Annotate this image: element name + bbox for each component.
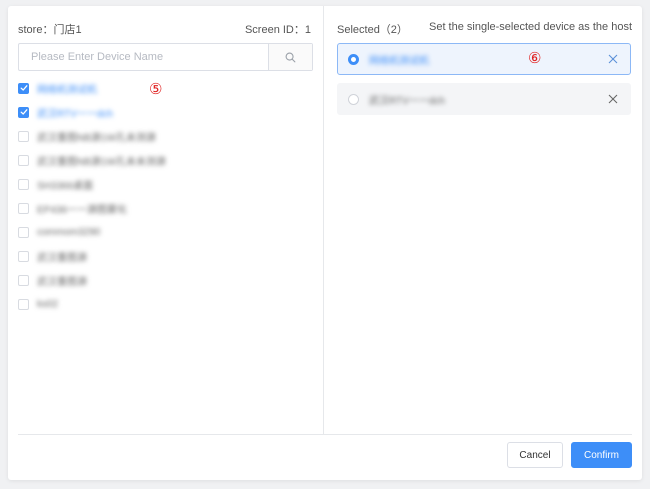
device-list-item[interactable]: 网络机测试机 (18, 76, 308, 100)
selected-item-host[interactable]: 网络机测试机 (337, 43, 631, 75)
close-icon (608, 54, 618, 64)
cancel-button[interactable]: Cancel (507, 442, 563, 468)
device-checkbox[interactable] (18, 226, 29, 238)
selected-item-name: 网络机测试机 (369, 55, 429, 67)
confirm-button[interactable]: Confirm (571, 442, 632, 468)
footer-divider (18, 434, 632, 435)
store-label: store：门店1 (18, 24, 82, 36)
check-icon (20, 109, 27, 115)
device-name: 武汉重图NB源1W孔未未测源 (37, 156, 166, 168)
device-name: commom3290 (37, 226, 101, 238)
device-checkbox[interactable] (18, 154, 29, 166)
selected-item[interactable]: 武汉RTV一一dch (337, 83, 631, 115)
remove-button[interactable] (606, 92, 620, 106)
device-list-item[interactable]: 武汉重图源 (18, 244, 308, 268)
device-checkbox[interactable] (18, 130, 29, 142)
device-checkbox[interactable] (18, 202, 29, 214)
annotation-marker-5: ⑤ (149, 81, 163, 98)
close-icon (608, 94, 618, 104)
search-button[interactable] (268, 44, 312, 70)
selected-panel: Selected（2） Set the single-selected devi… (325, 6, 642, 434)
device-list-item[interactable]: 武汉RTV一一dch (18, 100, 308, 124)
device-list-item[interactable]: 武汉重图NB源1W孔未未测源 (18, 148, 308, 172)
device-name: 武汉重图源 (37, 252, 87, 264)
device-name: SH3366桌面 (37, 180, 94, 192)
search-input[interactable] (19, 44, 268, 70)
device-name: ks02 (37, 298, 59, 310)
host-radio[interactable] (348, 93, 359, 105)
device-name: 武汉重图NB源1W孔未测源 (37, 132, 156, 144)
remove-button[interactable] (606, 52, 620, 66)
device-list-panel: store：门店1 Screen ID：1 网络机测试机武汉RTV一一dch 武汉… (8, 6, 324, 434)
device-name: EP436一一源图雾化 (37, 204, 128, 216)
annotation-marker-6: ⑥ (528, 50, 542, 67)
device-list-item[interactable]: EP436一一源图雾化 (18, 196, 308, 220)
device-search (18, 43, 313, 71)
device-list-item[interactable]: ks02 (18, 292, 308, 316)
device-checkbox[interactable] (18, 178, 29, 190)
device-checkbox[interactable] (18, 250, 29, 262)
device-list-item[interactable]: SH3366桌面 (18, 172, 308, 196)
device-list-item[interactable]: commom3290 (18, 220, 308, 244)
device-name: 网络机测试机 (37, 84, 97, 96)
device-checkbox[interactable] (18, 298, 29, 310)
device-list: 网络机测试机武汉RTV一一dch 武汉重图NB源1W孔未测源 武汉重图NB源1W孔未… (18, 76, 308, 316)
device-checkbox[interactable] (18, 274, 29, 286)
device-checkbox[interactable] (18, 82, 29, 94)
device-name: 武汉重图源 (37, 276, 87, 288)
screen-id-label: Screen ID：1 (244, 24, 311, 36)
device-select-dialog: store：门店1 Screen ID：1 网络机测试机武汉RTV一一dch 武汉… (8, 6, 642, 480)
device-checkbox[interactable] (18, 106, 29, 118)
selected-item-name: 武汉RTV一一dch (369, 95, 445, 107)
device-list-item[interactable]: 武汉重图源 (18, 268, 308, 292)
device-name: 武汉RTV一一dch (37, 108, 113, 120)
check-icon (20, 85, 27, 91)
host-hint-label: Set the single-selected device as the ho… (428, 21, 632, 33)
selected-count-label: Selected（2） (337, 24, 408, 36)
search-icon (285, 52, 296, 62)
host-radio[interactable] (348, 53, 359, 65)
device-list-item[interactable]: 武汉重图NB源1W孔未测源 (18, 124, 308, 148)
